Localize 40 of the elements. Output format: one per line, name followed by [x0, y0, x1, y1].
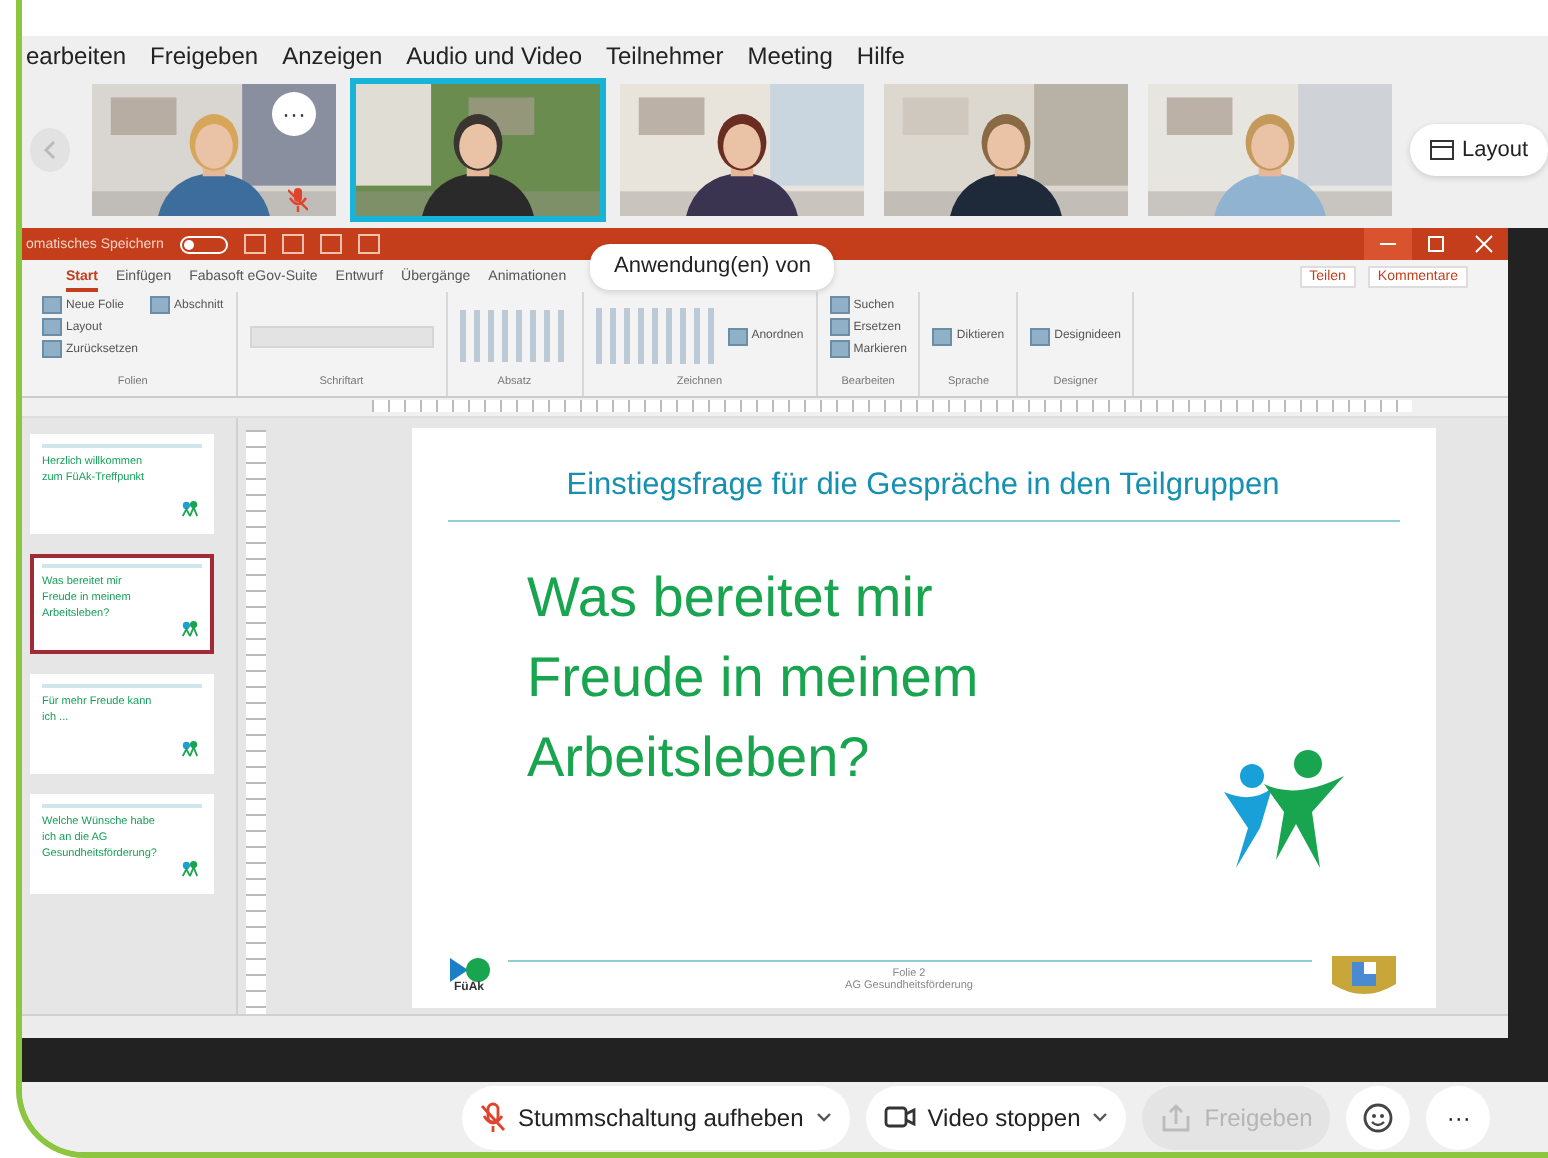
tooltip: Anwendung(en) von — [590, 244, 835, 290]
menu-item[interactable]: Anzeigen — [282, 42, 383, 70]
layout-button[interactable]: Layout — [1409, 124, 1548, 176]
slide-question: Arbeitsleben? — [527, 726, 872, 790]
emoji-icon — [1362, 1101, 1395, 1133]
font-name-field[interactable] — [249, 325, 434, 347]
menu-item[interactable]: Meeting — [747, 42, 833, 70]
toolbar-icon[interactable] — [319, 234, 342, 254]
caret-icon[interactable] — [1092, 1112, 1109, 1122]
minimize-button[interactable] — [1364, 228, 1412, 260]
autosave-toggle[interactable] — [179, 235, 228, 253]
logo-icon — [449, 958, 489, 982]
share-icon — [1160, 1103, 1193, 1131]
reactions-button[interactable] — [1346, 1085, 1411, 1149]
logo-icon — [180, 740, 200, 758]
coat-of-arms-icon — [1327, 952, 1399, 1000]
layout-icon — [1429, 140, 1454, 160]
logo-icon — [180, 620, 200, 638]
menu-item[interactable]: Teilnehmer — [606, 42, 724, 70]
logo-icon — [180, 860, 200, 878]
video-camera-icon — [883, 1104, 916, 1130]
logo-icon — [180, 500, 200, 518]
menu-item[interactable]: Hilfe — [856, 42, 905, 70]
slide-question: Freude in meinem — [527, 646, 981, 710]
chevron-left-icon — [41, 140, 58, 160]
toolbar-icon[interactable] — [243, 234, 266, 254]
more-button[interactable]: ··· — [1426, 1085, 1491, 1149]
caret-icon[interactable] — [815, 1112, 832, 1122]
muted-microphone-icon — [480, 1101, 506, 1133]
people-logo-drawing — [1219, 748, 1347, 872]
unmute-button[interactable]: Stummschaltung aufheben — [462, 1085, 850, 1149]
menu-item[interactable]: Freigeben — [150, 42, 259, 70]
slide-title: Einstiegsfrage für die Gespräche in den Teilgruppen — [447, 468, 1399, 522]
menu-item[interactable]: Audio und Video — [406, 42, 582, 70]
toolbar-icon[interactable] — [357, 234, 380, 254]
stop-video-button[interactable]: Video stoppen — [865, 1085, 1127, 1149]
toolbar-icon[interactable] — [281, 234, 304, 254]
menu-item[interactable]: earbeiten — [26, 42, 127, 70]
slide-question: Was bereitet mir — [527, 566, 935, 630]
video-tile[interactable]: ··· — [85, 78, 342, 222]
